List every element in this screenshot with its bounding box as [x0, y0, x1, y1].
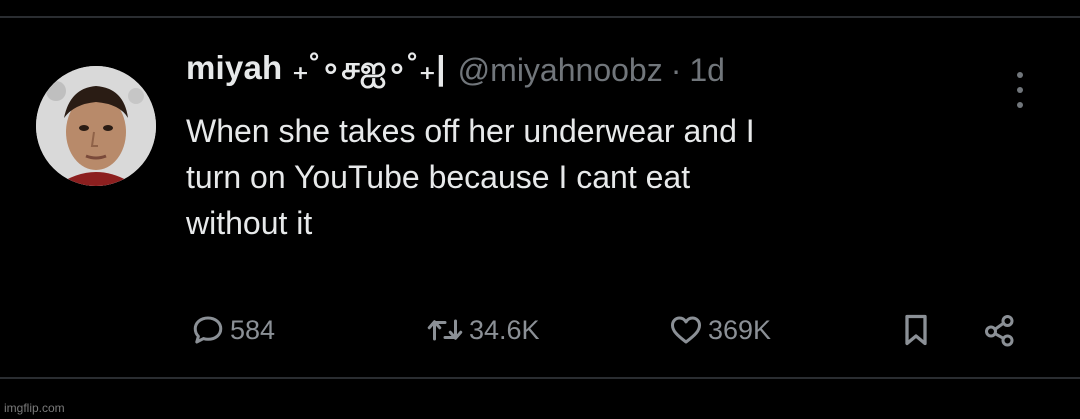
retweet-button[interactable]: 34.6K	[425, 310, 540, 350]
avatar[interactable]	[36, 66, 156, 186]
bookmark-icon	[905, 314, 927, 346]
more-dot	[1017, 87, 1023, 93]
more-vertical-icon[interactable]	[1008, 72, 1032, 108]
reply-button[interactable]: 584	[190, 310, 275, 350]
share-button[interactable]	[982, 310, 1018, 350]
separator-dot: ·	[670, 51, 682, 88]
more-dot	[1017, 102, 1023, 108]
avatar-photo	[36, 66, 156, 186]
tweet-card[interactable]: miyah ₊˚∘சஐ∘˚₊| @miyahnoobz · 1d When sh…	[0, 18, 1080, 376]
tweet-text: When she takes off her underwear and I t…	[186, 113, 755, 241]
heart-icon	[671, 316, 701, 344]
bookmark-button[interactable]	[900, 310, 932, 350]
retweet-icon	[427, 319, 463, 341]
watermark: imgflip.com	[4, 401, 65, 415]
more-dot	[1017, 72, 1023, 78]
bottom-divider	[0, 377, 1080, 379]
user-handle[interactable]: @miyahnoobz	[458, 52, 663, 89]
tweet-header: miyah ₊˚∘சஐ∘˚₊| @miyahnoobz · 1d	[186, 46, 725, 94]
share-icon	[985, 315, 1014, 347]
timestamp[interactable]: 1d	[689, 52, 725, 89]
comment-bubble-icon	[193, 316, 223, 344]
like-count: 369K	[708, 314, 772, 345]
retweet-count: 34.6K	[469, 314, 540, 345]
reply-count: 584	[230, 314, 276, 345]
display-name[interactable]: miyah ₊˚∘சஐ∘˚₊|	[186, 48, 446, 92]
like-button[interactable]: 369K	[668, 310, 771, 350]
